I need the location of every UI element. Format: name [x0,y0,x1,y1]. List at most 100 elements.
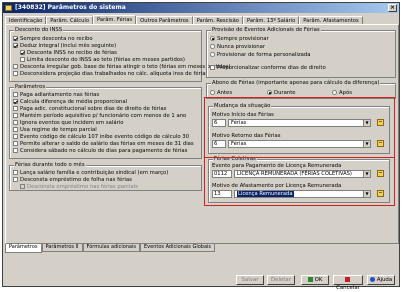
checkbox[interactable] [13,64,18,69]
checkbox[interactable] [13,141,18,146]
delete-button: Deletar [267,275,295,285]
parameters-window: [340832] Parâmetros do sistema × Identif… [2,2,400,291]
tab-formulas-adicionais[interactable]: Fórmulas adicionais [82,244,140,252]
close-button[interactable]: × [388,4,397,12]
ferias-lanca-salario-familia[interactable]: Lança salário família e contribuição sin… [13,169,168,176]
checkbox-label: Desconsta empréstimo de folha nas férias [20,176,132,183]
parametros-group: Parâmetros Paga adiantamento nas férias … [9,84,202,159]
checkbox-label: Lança salário família e contribuição sin… [20,169,169,176]
checkbox-label: Deduz integral (inclui mês seguinte) [20,42,117,49]
checkbox[interactable] [13,134,18,139]
ferias-desconta-emprestimo[interactable]: Desconsta empréstimo de folha nas férias [13,176,132,183]
radio[interactable] [210,52,215,57]
save-label: Salvar [241,277,259,283]
checkbox[interactable] [13,127,18,132]
checkbox[interactable] [13,148,18,153]
window-title: [340832] Parâmetros do sistema [15,4,126,11]
tab-panel: Desconto do INSS Sempre desconta no reci… [5,24,399,244]
tab-parametros-ii[interactable]: Parâmetros II [41,244,83,252]
radio[interactable] [210,36,215,41]
checkbox-label: Calcula diferença de média proporcional [20,98,128,105]
app-icon [5,5,12,11]
checkbox-label: Paga adic. constitucional sobre dias de … [20,105,167,112]
param-considera-sabado[interactable]: Considera sábado no cálculo de dias para… [13,147,187,154]
checkbox[interactable] [210,65,215,70]
radio-label: Após [339,89,352,96]
radio-label: Antes [217,89,233,96]
tab-parametros[interactable]: Parâmetros [5,244,42,253]
checkbox[interactable] [13,71,18,76]
radio-label: Nunca provisionar [217,43,266,50]
checkbox-label: Considera sábado no cálculo de dias para… [20,147,188,154]
radio-label: Provisionar de forma personalizada [217,51,311,58]
abono-apos[interactable]: Após [332,89,352,96]
checkbox-label: Limita desconto do INSS ao teto (férias … [27,56,185,63]
help-button[interactable]: Ajuda [367,275,395,285]
param-evento-107[interactable]: Evento código de cálculo 107 inibe event… [13,133,189,140]
abono-durante[interactable]: Durante [267,89,296,96]
checkbox[interactable] [13,43,18,48]
check-icon [307,277,313,282]
checkbox[interactable] [13,120,18,125]
param-adic-constitucional[interactable]: Paga adic. constitucional sobre dias de … [13,105,166,112]
inss-desconsidera-projecao[interactable]: Desconsidera projeção dias trabalhados n… [13,70,208,77]
checkbox[interactable] [20,50,25,55]
inss-sempre-desconta[interactable]: Sempre desconta no recibo [13,35,93,42]
inss-limita-teto[interactable]: Limita desconto do INSS ao teto (férias … [20,56,185,63]
checkbox[interactable] [13,170,18,175]
param-paga-adiantamento[interactable]: Paga adiantamento nas férias [13,91,99,98]
annotation-highlight-coletivas [204,157,395,206]
checkbox-label: Desconta INSS no recibo de férias [27,49,117,56]
tab-eventos-adicionais-globais[interactable]: Eventos Adicionais Globais [140,244,216,252]
provisao-personalizada[interactable]: Provisionar de forma personalizada [210,51,311,58]
param-ignora-eventos[interactable]: Ignora eventos que incidem em salário [13,119,123,126]
checkbox[interactable] [13,177,18,182]
cancel-label: Cancelar [336,285,360,291]
radio[interactable] [267,90,272,95]
parametros-title: Parâmetros [14,84,47,90]
radio-label: Durante [274,89,296,96]
radio-label: Sempre provisionar [217,35,269,42]
checkbox[interactable] [20,57,25,62]
checkbox[interactable] [13,99,18,104]
help-icon [369,277,375,282]
inss-desconta-irregular[interactable]: Desconta irregular gob. base de férias a… [13,63,231,70]
provisao-nunca[interactable]: Nunca provisionar [210,43,265,50]
radio[interactable] [332,90,337,95]
checkbox[interactable] [13,106,18,111]
cancel-button[interactable]: Cancelar [333,275,363,291]
save-button: Salvar [236,275,264,285]
param-calcula-diferenca[interactable]: Calcula diferença de média proporcional [13,98,127,105]
checkbox-label: Desconta irregular gob. base de férias a… [20,63,231,70]
radio[interactable] [210,90,215,95]
ok-label: OK [314,277,323,283]
param-permite-alterar-saldo[interactable]: Permite alterar o saldo de salário das f… [13,140,194,147]
checkbox[interactable] [13,36,18,41]
inss-deduz-integral[interactable]: Deduz integral (inclui mês seguinte) [13,42,116,49]
checkbox-label: Desconsidera projeção dias trabalhados n… [20,70,209,77]
checkbox[interactable] [13,113,18,118]
desconto-inss-group: Desconto do INSS Sempre desconta no reci… [9,27,231,82]
checkbox-label: Sempre desconta no recibo [20,35,93,42]
checkbox-label: Ignora eventos que incidem em salário [20,119,124,126]
checkbox-label: Mantém período aquisitivo p/ funcionário… [20,112,187,119]
checkbox-label: Paga adiantamento nas férias [20,91,100,98]
provisao-sempre[interactable]: Sempre provisionar [210,35,269,42]
param-regime-parcial[interactable]: Usa regime de tempo parcial [13,126,97,133]
radio[interactable] [210,44,215,49]
ferias-durante-group: Férias durante todo o mês Lança salário … [9,162,202,191]
checkbox[interactable] [13,92,18,97]
abono-antes[interactable]: Antes [210,89,232,96]
inss-desconta-recibo-ferias[interactable]: Desconta INSS no recibo de férias [20,49,117,56]
provisao-title: Provisão de Eventos Adicionais de Férias [211,27,321,33]
param-mantem-periodo[interactable]: Mantém período aquisitivo p/ funcionário… [13,112,186,119]
cancel-icon [344,277,350,282]
provisao-group: Provisão de Eventos Adicionais de Férias… [206,27,396,78]
bottom-tabs: Parâmetros Parâmetros II Fórmulas adicio… [5,244,216,253]
ok-button[interactable]: OK [301,275,329,285]
checkbox-label: Desconsta empréstimo nas férias parciais [27,183,138,190]
delete-label: Deletar [271,277,291,283]
checkbox-label: Evento código de cálculo 107 inibe event… [20,133,189,140]
checkbox [20,184,25,189]
provisao-proporcionalizar[interactable]: Proporcionalizar conforme dias de direit… [210,64,326,71]
